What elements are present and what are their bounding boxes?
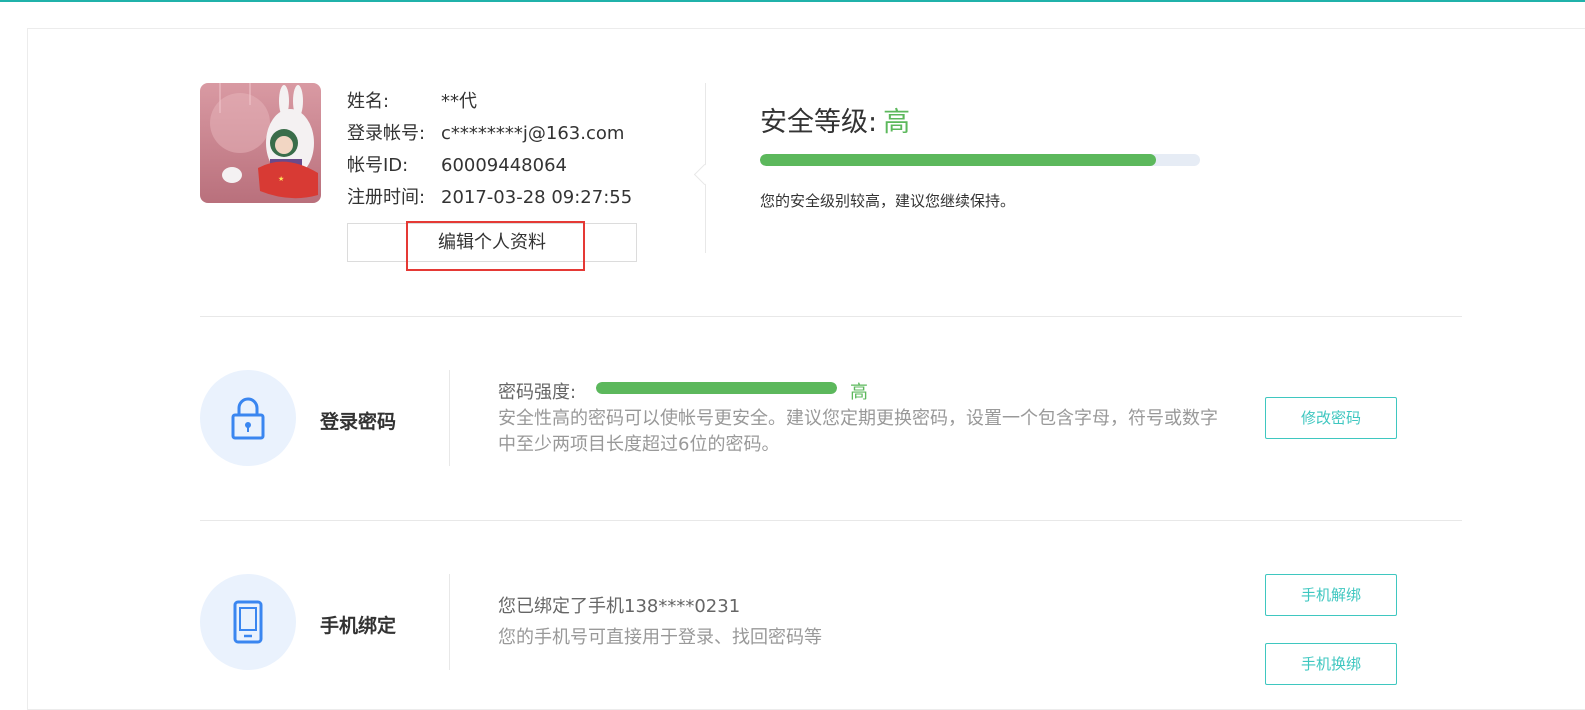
- phone-icon-circle: [200, 574, 296, 670]
- phone-row-divider: [449, 574, 450, 670]
- register-time-value: 2017-03-28 09:27:55: [441, 187, 633, 208]
- phone-change-button[interactable]: 手机换绑: [1265, 643, 1397, 685]
- section-divider: [200, 316, 1462, 317]
- security-level-value: 高: [883, 107, 911, 138]
- edit-profile-button[interactable]: 编辑个人资料: [347, 223, 637, 262]
- phone-binding-title: 手机绑定: [320, 615, 397, 637]
- register-time-label: 注册时间:: [347, 187, 426, 208]
- info-account: 登录帐号: c********j@163.com: [347, 119, 624, 145]
- login-password-title: 登录密码: [320, 411, 397, 433]
- phone-description: 您的手机号可直接用于登录、找回密码等: [498, 627, 822, 648]
- lock-icon-circle: [200, 370, 296, 466]
- change-password-button[interactable]: 修改密码: [1265, 397, 1397, 439]
- phone-bound-text: 您已绑定了手机138****0231: [498, 596, 741, 617]
- info-name: 姓名: **代: [347, 87, 477, 113]
- svg-text:★: ★: [278, 175, 284, 183]
- phone-unbind-button[interactable]: 手机解绑: [1265, 574, 1397, 616]
- security-level-title: 安全等级: 高: [760, 100, 910, 139]
- password-description: 安全性高的密码可以使帐号更安全。建议您定期更换密码，设置一个包含字母，符号或数字…: [498, 408, 1218, 455]
- password-strength-fill: [596, 382, 837, 394]
- info-account-id: 帐号ID: 60009448064: [347, 151, 567, 177]
- password-row-divider: [449, 370, 450, 466]
- name-label: 姓名:: [347, 91, 390, 112]
- security-level-label: 安全等级:: [760, 107, 878, 138]
- lock-icon: [231, 397, 265, 440]
- security-progress-bar: [760, 154, 1200, 166]
- section-divider: [200, 520, 1462, 521]
- password-strength-value: 高: [850, 382, 868, 403]
- password-strength-bar: [596, 382, 837, 394]
- phone-icon: [233, 600, 263, 644]
- password-strength-label: 密码强度:: [498, 382, 577, 403]
- account-value: c********j@163.com: [441, 123, 625, 144]
- avatar: ★: [200, 83, 321, 203]
- account-id-label: 帐号ID:: [347, 155, 409, 176]
- security-hint: 您的安全级别较高，建议您继续保持。: [760, 192, 1016, 210]
- security-progress-fill: [760, 154, 1156, 166]
- name-value: **代: [441, 91, 477, 112]
- account-label: 登录帐号:: [347, 123, 426, 144]
- top-accent-line: [0, 0, 1585, 2]
- account-id-value: 60009448064: [441, 155, 567, 176]
- info-register-time: 注册时间: 2017-03-28 09:27:55: [347, 183, 632, 209]
